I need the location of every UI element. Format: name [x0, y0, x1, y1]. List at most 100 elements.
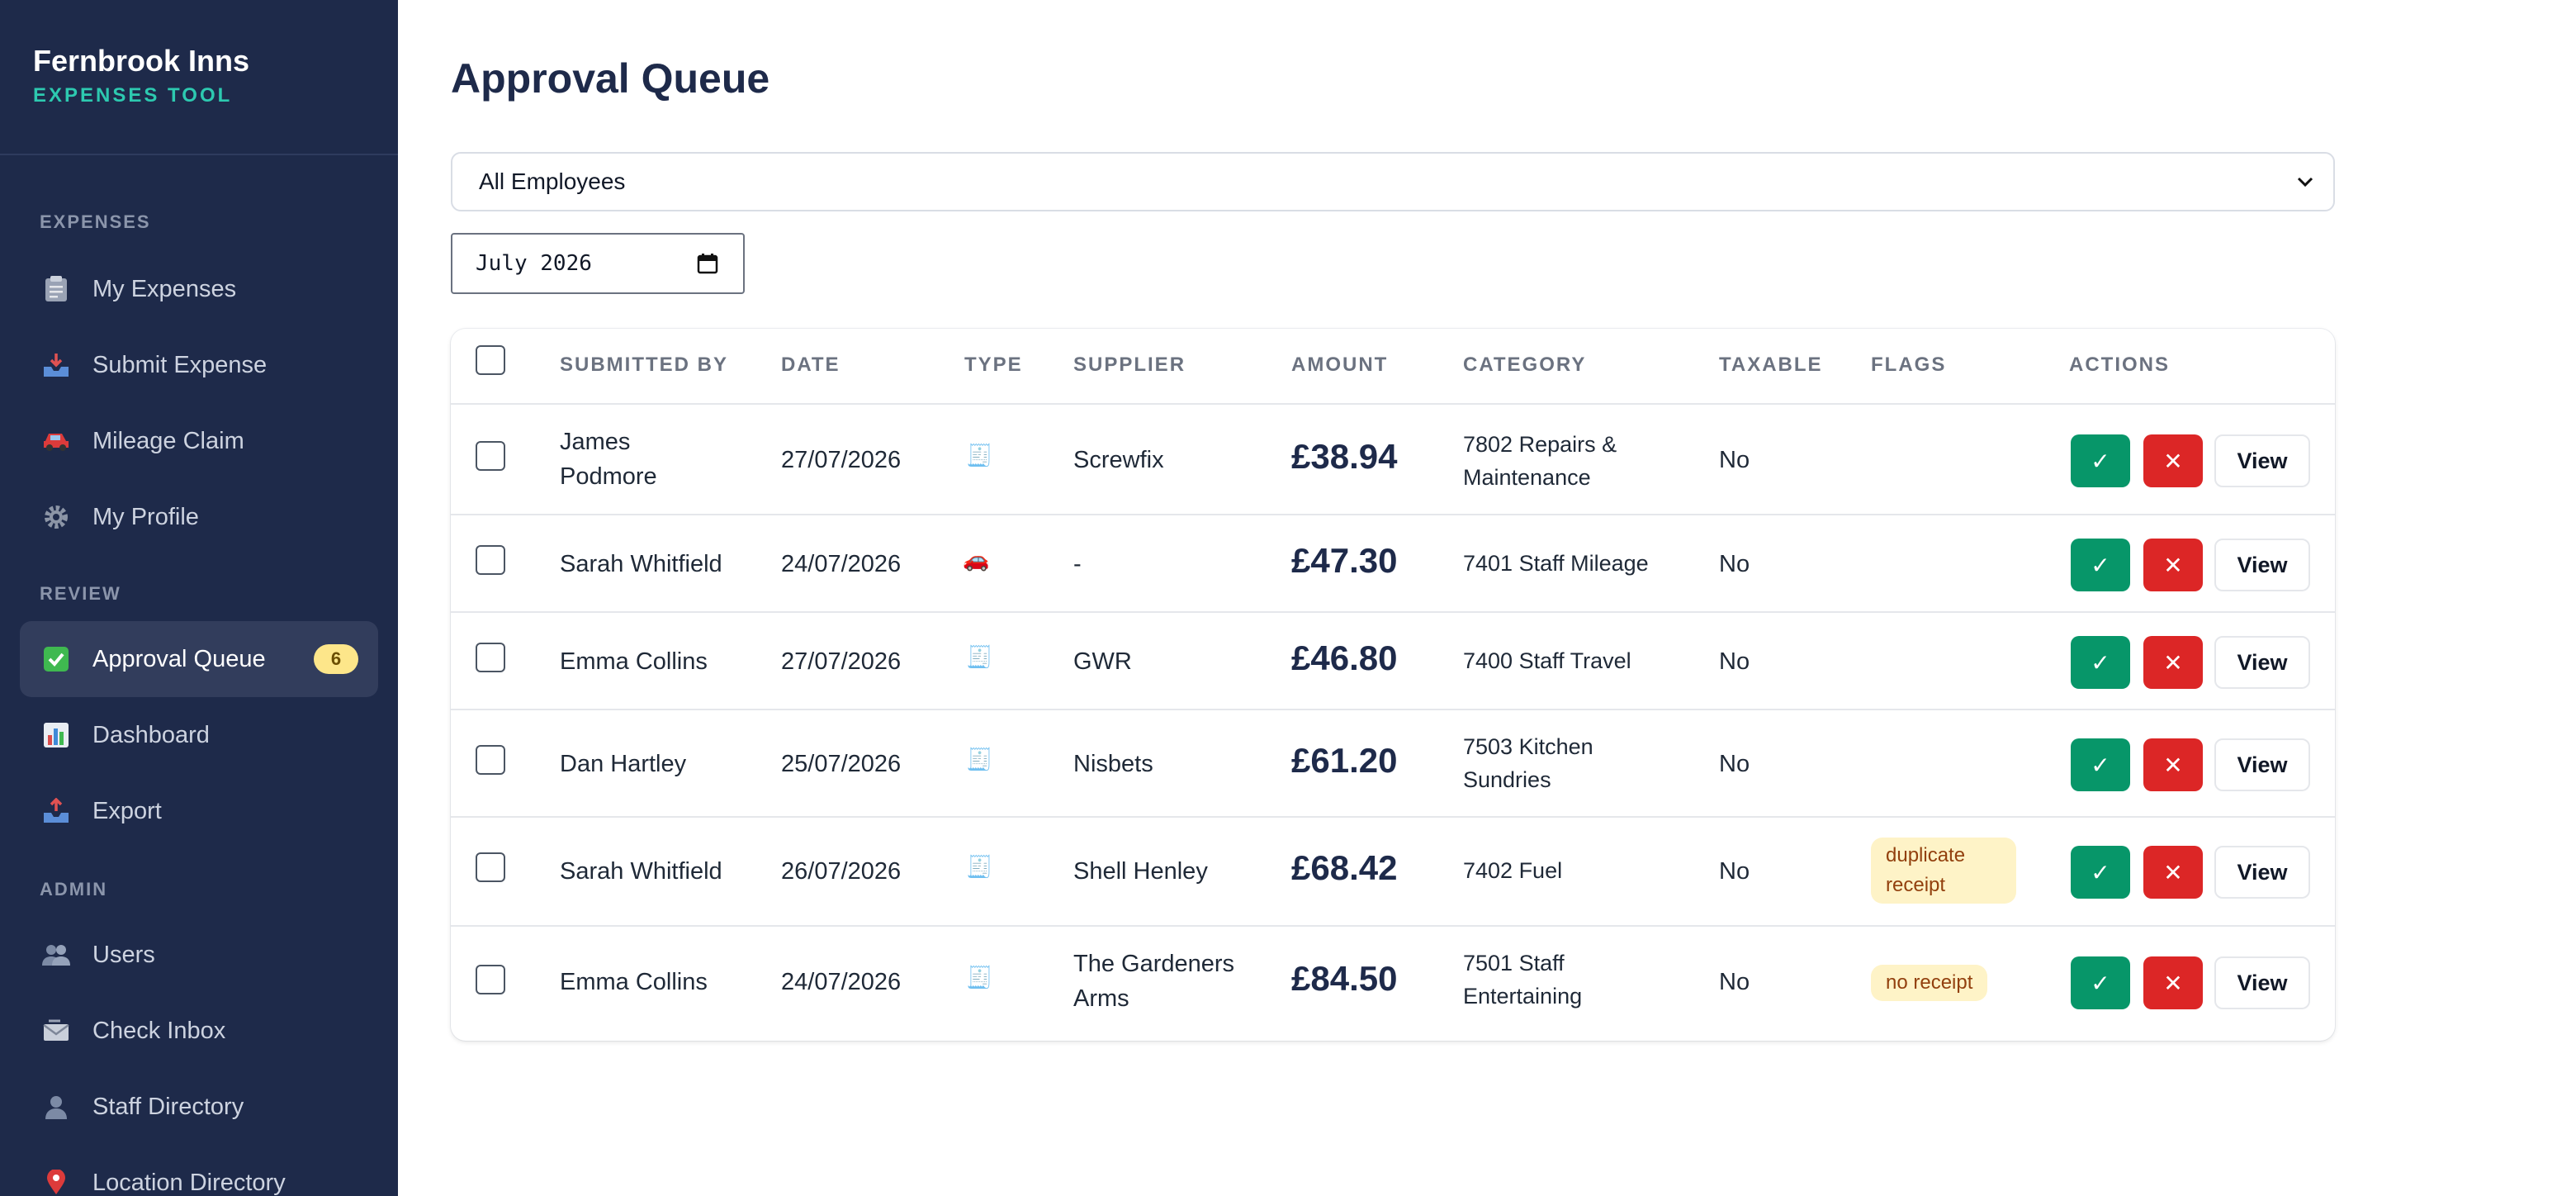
amount: £46.80 — [1291, 638, 1398, 677]
reject-button[interactable]: ✕ — [2143, 636, 2203, 689]
car-icon: 🚗 — [963, 547, 990, 572]
sidebar-item-label: My Profile — [92, 503, 199, 530]
nav-section-admin: ADMIN — [40, 879, 108, 899]
nav-section-review: REVIEW — [40, 583, 121, 604]
car-icon — [40, 425, 73, 458]
reject-button[interactable]: ✕ — [2143, 434, 2203, 487]
reject-button[interactable]: ✕ — [2143, 846, 2203, 899]
row-checkbox[interactable] — [476, 441, 505, 471]
brand: Fernbrook Inns EXPENSES TOOL — [0, 0, 398, 155]
table-row: Sarah Whitfield 24/07/2026 🚗 - £47.30 74… — [451, 515, 2335, 613]
pin-icon — [40, 1166, 73, 1196]
row-checkbox[interactable] — [476, 965, 505, 994]
sidebar-item-mileage-claim[interactable]: Mileage Claim — [20, 403, 378, 479]
flag-badge: no receipt — [1871, 965, 1988, 1001]
taxable: No — [1719, 751, 1750, 777]
page-title: Approval Queue — [451, 55, 770, 102]
sidebar-item-label: Approval Queue — [92, 645, 266, 672]
nav-section-expenses: EXPENSES — [40, 211, 151, 232]
column-header-taxable: TAXABLE — [1719, 354, 1823, 376]
category: 7503 Kitchen Sundries — [1463, 734, 1593, 792]
view-button[interactable]: View — [2214, 434, 2310, 487]
receipt-icon: 🧾 — [966, 854, 993, 879]
sidebar-item-approval-queue[interactable]: Approval Queue 6 — [20, 621, 378, 697]
column-header-type: TYPE — [964, 354, 1023, 376]
view-button[interactable]: View — [2214, 738, 2310, 791]
sidebar-item-submit-expense[interactable]: Submit Expense — [20, 327, 378, 403]
sidebar-item-label: Export — [92, 797, 162, 824]
view-button[interactable]: View — [2214, 956, 2310, 1009]
date: 24/07/2026 — [781, 551, 902, 577]
view-button[interactable]: View — [2214, 539, 2310, 591]
approval-count-badge: 6 — [314, 644, 358, 674]
category: 7402 Fuel — [1463, 858, 1563, 883]
approve-button[interactable]: ✓ — [2071, 539, 2130, 591]
sidebar-item-check-inbox[interactable]: Check Inbox — [20, 993, 378, 1069]
sidebar-item-label: Mileage Claim — [92, 427, 244, 454]
date: 27/07/2026 — [781, 648, 902, 675]
row-checkbox[interactable] — [476, 643, 505, 672]
reject-button[interactable]: ✕ — [2143, 539, 2203, 591]
users-icon — [40, 938, 73, 971]
sidebar-item-location-directory[interactable]: Location Directory — [20, 1145, 378, 1196]
reject-button[interactable]: ✕ — [2143, 956, 2203, 1009]
submitted-by: Sarah Whitfield — [560, 551, 722, 577]
sidebar-item-my-expenses[interactable]: My Expenses — [20, 251, 378, 327]
incoming-envelope-icon — [40, 1014, 73, 1047]
row-checkbox[interactable] — [476, 745, 505, 775]
date: 27/07/2026 — [781, 447, 902, 473]
approve-button[interactable]: ✓ — [2071, 956, 2130, 1009]
inbox-tray-icon — [40, 349, 73, 382]
sidebar-item-my-profile[interactable]: My Profile — [20, 479, 378, 555]
flag-badge: duplicate receipt — [1871, 838, 2016, 904]
category: 7802 Repairs & Maintenance — [1463, 432, 1617, 490]
amount: £68.42 — [1291, 848, 1398, 887]
select-all-checkbox[interactable] — [476, 345, 505, 375]
taxable: No — [1719, 551, 1750, 577]
employee-filter-select[interactable]: All Employees — [451, 152, 2335, 211]
receipt-icon: 🧾 — [966, 965, 993, 990]
receipt-icon: 🧾 — [966, 644, 993, 669]
table-row: James Podmore 27/07/2026 🧾 Screwfix £38.… — [451, 405, 2335, 515]
table-header: SUBMITTED BY DATE TYPE SUPPLIER AMOUNT C… — [451, 329, 2335, 405]
category: 7501 Staff Entertaining — [1463, 951, 1583, 1009]
table-row: Emma Collins 27/07/2026 🧾 GWR £46.80 740… — [451, 613, 2335, 710]
reject-button[interactable]: ✕ — [2143, 738, 2203, 791]
table-row: Dan Hartley 25/07/2026 🧾 Nisbets £61.20 … — [451, 710, 2335, 818]
taxable: No — [1719, 858, 1750, 885]
approve-button[interactable]: ✓ — [2071, 434, 2130, 487]
bar-chart-icon — [40, 719, 73, 752]
calendar-icon[interactable] — [697, 253, 718, 274]
clipboard-icon — [40, 273, 73, 306]
submitted-by: James Podmore — [560, 429, 657, 490]
sidebar-item-staff-directory[interactable]: Staff Directory — [20, 1069, 378, 1145]
view-button[interactable]: View — [2214, 636, 2310, 689]
sidebar-item-dashboard[interactable]: Dashboard — [20, 697, 378, 773]
row-checkbox[interactable] — [476, 852, 505, 882]
sidebar-item-users[interactable]: Users — [20, 917, 378, 993]
taxable: No — [1719, 447, 1750, 473]
person-icon — [40, 1090, 73, 1123]
column-header-amount: AMOUNT — [1291, 354, 1389, 376]
month-filter-input[interactable]: July 2026 — [451, 233, 745, 294]
outbox-tray-icon — [40, 795, 73, 828]
month-filter-value: July 2026 — [476, 251, 592, 276]
sidebar-item-export[interactable]: Export — [20, 773, 378, 849]
sidebar-item-label: Location Directory — [92, 1169, 286, 1196]
amount: £38.94 — [1291, 437, 1398, 476]
submitted-by: Sarah Whitfield — [560, 858, 722, 885]
column-header-submitted-by: SUBMITTED BY — [560, 354, 728, 376]
view-button[interactable]: View — [2214, 846, 2310, 899]
row-checkbox[interactable] — [476, 545, 505, 575]
approve-button[interactable]: ✓ — [2071, 636, 2130, 689]
approve-button[interactable]: ✓ — [2071, 846, 2130, 899]
supplier: Shell Henley — [1073, 858, 1208, 885]
submitted-by: Emma Collins — [560, 969, 708, 995]
taxable: No — [1719, 648, 1750, 675]
receipt-icon: 🧾 — [966, 747, 993, 771]
category: 7400 Staff Travel — [1463, 648, 1631, 673]
sidebar-item-label: Users — [92, 941, 155, 968]
approve-button[interactable]: ✓ — [2071, 738, 2130, 791]
column-header-category: CATEGORY — [1463, 354, 1587, 376]
column-header-actions: ACTIONS — [2069, 354, 2170, 376]
